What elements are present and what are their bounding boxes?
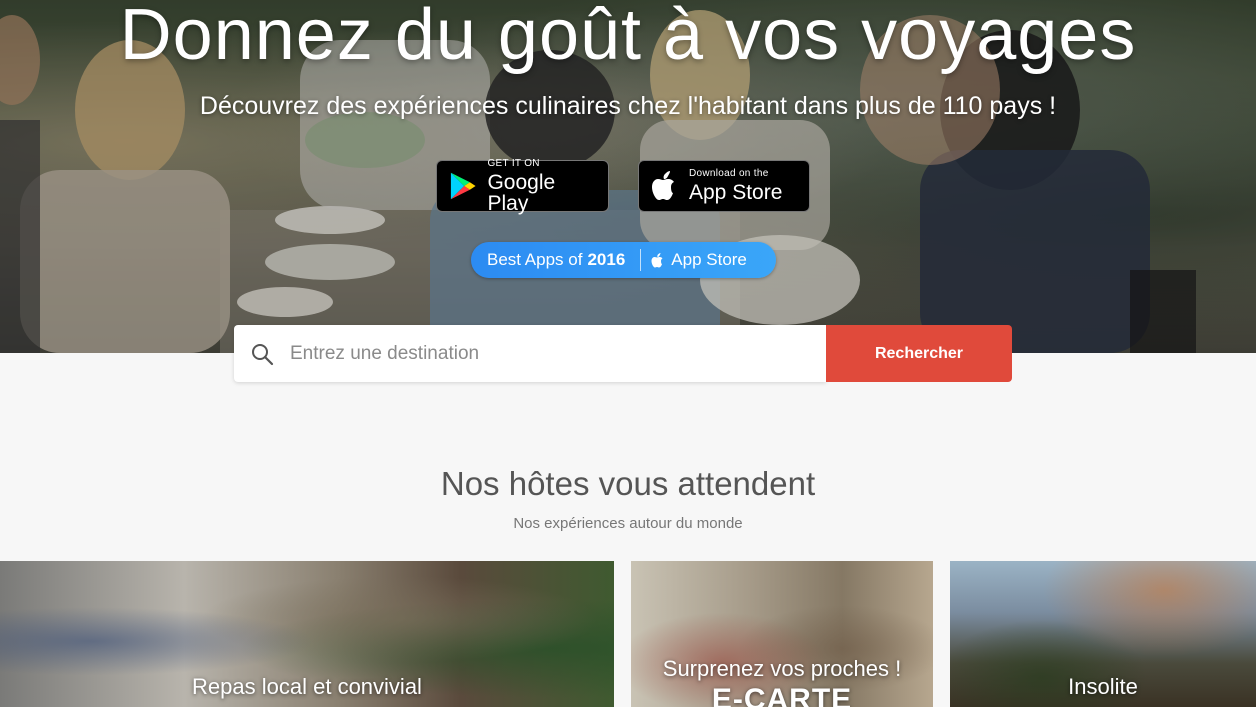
search-button[interactable]: Rechercher — [826, 325, 1012, 382]
app-store-small-label: Download on the — [689, 168, 769, 179]
card-sublabel: E-CARTE — [711, 683, 853, 707]
best-apps-badge[interactable]: Best Apps of 2016 App Store — [471, 242, 776, 278]
badge-year: 2016 — [587, 250, 626, 269]
badge-store: App Store — [671, 250, 747, 269]
badge-divider — [640, 249, 642, 271]
search-icon — [252, 343, 274, 365]
hero-banner: Donnez du goût à vos voyages Découvrez d… — [0, 0, 1256, 353]
card-label: Surprenez vos proches ! — [662, 656, 902, 681]
google-play-button[interactable]: GET IT ON Google Play — [436, 157, 609, 215]
google-play-label: Google Play — [487, 170, 556, 215]
google-play-small-label: GET IT ON — [487, 157, 540, 169]
apple-icon — [651, 252, 663, 267]
google-play-icon — [450, 172, 476, 200]
experience-card-unusual[interactable]: Insolite — [950, 561, 1256, 707]
experience-card-ecard[interactable]: Surprenez vos proches ! E-CARTE — [631, 561, 933, 707]
hero-subtitle: Découvrez des expériences culinaires che… — [199, 92, 1057, 120]
section-title: Nos hôtes vous attendent — [440, 465, 816, 502]
destination-search-input[interactable] — [288, 341, 792, 366]
search-bar — [234, 325, 826, 382]
card-label: Insolite — [1068, 674, 1138, 699]
apple-icon — [652, 171, 674, 200]
app-store-label: App Store — [689, 181, 783, 204]
experience-card-local-meal[interactable]: Repas local et convivial — [0, 561, 614, 707]
app-store-button[interactable]: Download on the App Store — [638, 160, 810, 212]
badge-prefix: Best Apps of — [487, 250, 583, 269]
hero-title: Donnez du goût à vos voyages — [119, 0, 1137, 75]
section-subtitle: Nos expériences autour du monde — [513, 515, 743, 532]
card-label: Repas local et convivial — [192, 674, 422, 699]
